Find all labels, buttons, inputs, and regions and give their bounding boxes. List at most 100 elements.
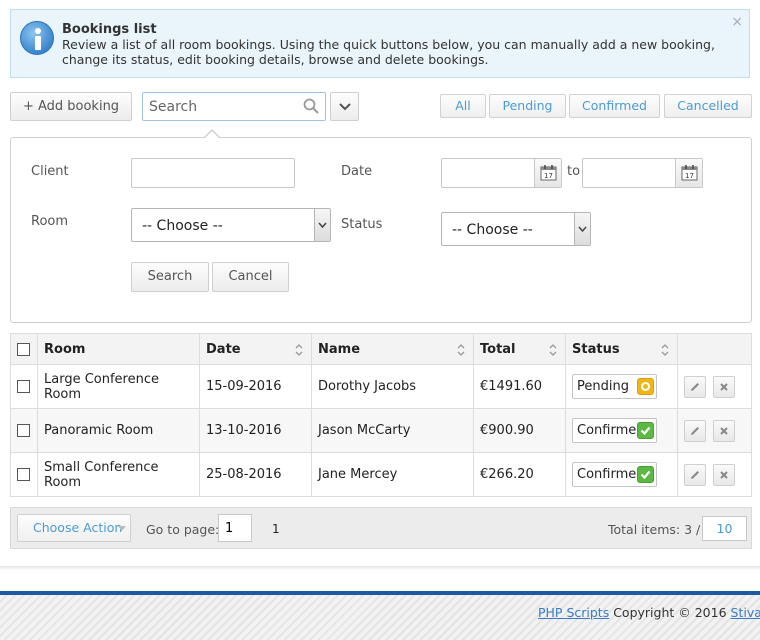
filter-confirmed-button[interactable]: Confirmed [569, 94, 660, 118]
select-all-checkbox[interactable] [17, 342, 30, 356]
sort-icon [661, 344, 669, 356]
table-row[interactable]: Panoramic Room 13-10-2016 Jason McCarty … [10, 408, 752, 453]
status-select[interactable]: Confirmed [572, 462, 657, 487]
stivasoft-link[interactable]: StivaSoft L [731, 605, 760, 620]
table-footer: Choose Action Go to page: 1 Total items:… [10, 507, 752, 549]
chevron-down-icon [314, 209, 330, 241]
status-value: Confirmed [577, 423, 645, 438]
cell-total: €266.20 [473, 452, 566, 497]
delete-button[interactable] [713, 463, 736, 486]
add-booking-button[interactable]: + Add booking [10, 92, 132, 121]
search-box [142, 92, 326, 121]
total-items: Total items: 3 / [608, 522, 701, 537]
room-select-value: -- Choose -- [142, 218, 223, 234]
column-status[interactable]: Status [565, 333, 678, 365]
cell-room: Small Conference Room [37, 452, 200, 497]
column-date[interactable]: Date [199, 333, 312, 365]
delete-button[interactable] [713, 419, 736, 442]
status-select[interactable]: -- Choose -- [441, 212, 591, 246]
pencil-icon [691, 382, 699, 391]
select-all-cell [10, 333, 38, 365]
filter-cancelled-button[interactable]: Cancelled [664, 94, 752, 118]
goto-page-label: Go to page: [146, 522, 220, 537]
calendar-icon[interactable]: 17 [675, 159, 702, 187]
cancel-button[interactable]: Cancel [212, 262, 289, 292]
cell-name: Jason McCarty [311, 408, 474, 453]
bookings-table: Room Date Name Total Status Large Confer… [10, 333, 752, 497]
content-bottom-shadow [0, 566, 760, 570]
status-label: Status [341, 217, 383, 232]
chevron-down-icon [574, 213, 590, 245]
pencil-icon [691, 470, 699, 479]
edit-button[interactable] [684, 463, 706, 486]
column-actions [677, 333, 752, 365]
row-checkbox[interactable] [17, 380, 30, 393]
choose-action-button[interactable]: Choose Action [17, 514, 131, 542]
table-row[interactable]: Small Conference Room 25-08-2016 Jane Me… [10, 452, 752, 497]
status-value: Pending [577, 379, 629, 394]
cell-name: Dorothy Jacobs [311, 364, 474, 409]
close-icon [720, 382, 728, 391]
svg-text:17: 17 [685, 172, 694, 180]
goto-page-input[interactable] [218, 514, 252, 542]
info-box: Bookings list Review a list of all room … [10, 9, 750, 78]
status-value: Confirmed [577, 467, 645, 482]
column-name[interactable]: Name [311, 333, 474, 365]
info-title: Bookings list [62, 22, 157, 37]
cell-total: €900.90 [473, 408, 566, 453]
cell-room: Panoramic Room [37, 408, 200, 453]
copyright-text: PHP Scripts Copyright © 2016 StivaSoft L [538, 605, 760, 620]
date-from-field[interactable]: 17 [441, 158, 562, 188]
svg-text:17: 17 [544, 172, 553, 180]
checkmark-icon [637, 466, 654, 483]
row-checkbox[interactable] [17, 424, 30, 437]
date-to-label: to [567, 164, 581, 179]
cell-date: 15-09-2016 [199, 364, 312, 409]
table-header-row: Room Date Name Total Status [10, 333, 752, 365]
close-icon [720, 426, 728, 435]
cell-room: Large Conference Room [37, 364, 200, 409]
room-label: Room [31, 214, 69, 229]
status-select-value: -- Choose -- [452, 222, 533, 238]
table-row[interactable]: Large Conference Room 15-09-2016 Dorothy… [10, 364, 752, 409]
sort-icon [295, 344, 303, 356]
search-input[interactable] [143, 93, 293, 120]
calendar-icon[interactable]: 17 [534, 159, 561, 187]
cell-name: Jane Mercey [311, 452, 474, 497]
pencil-icon [691, 426, 699, 435]
sort-icon [457, 344, 465, 356]
close-icon[interactable]: × [731, 14, 743, 30]
edit-button[interactable] [684, 419, 706, 442]
per-page-select[interactable]: 10 [702, 516, 747, 541]
copyright-label: Copyright © 2016 [613, 605, 727, 620]
close-icon [720, 470, 728, 479]
search-icon[interactable] [303, 98, 319, 118]
filter-all-button[interactable]: All [440, 94, 486, 118]
row-checkbox[interactable] [17, 468, 30, 481]
info-icon [20, 21, 54, 55]
room-select[interactable]: -- Choose -- [131, 208, 331, 242]
cell-total: €1491.60 [473, 364, 566, 409]
client-field[interactable] [131, 158, 295, 188]
delete-button[interactable] [713, 375, 736, 398]
status-select[interactable]: Pending [572, 374, 657, 399]
page-link[interactable]: 1 [272, 522, 280, 536]
advanced-search-toggle[interactable] [330, 92, 359, 121]
date-label: Date [341, 164, 373, 179]
cell-date: 25-08-2016 [199, 452, 312, 497]
client-label: Client [31, 164, 69, 179]
cell-date: 13-10-2016 [199, 408, 312, 453]
search-button[interactable]: Search [131, 262, 209, 292]
info-text: Review a list of all room bookings. Usin… [62, 37, 715, 67]
date-to-field[interactable]: 17 [582, 158, 703, 188]
php-scripts-link[interactable]: PHP Scripts [538, 605, 609, 620]
status-select[interactable]: Confirmed [572, 418, 657, 443]
column-room[interactable]: Room [37, 333, 200, 365]
filter-pending-button[interactable]: Pending [489, 94, 566, 118]
column-total[interactable]: Total [473, 333, 566, 365]
caret-down-icon [118, 526, 126, 531]
checkmark-icon [637, 422, 654, 439]
chevron-down-icon [339, 103, 351, 111]
sort-icon [549, 344, 557, 356]
edit-button[interactable] [684, 375, 706, 398]
